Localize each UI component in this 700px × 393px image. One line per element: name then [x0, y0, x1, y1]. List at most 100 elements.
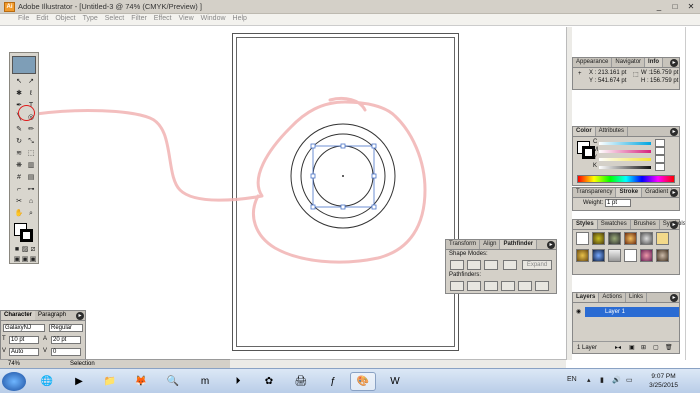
- style-swatch-4[interactable]: [624, 232, 637, 245]
- warp-tool-icon[interactable]: ≋: [14, 149, 24, 158]
- flower-app-icon[interactable]: ✿: [256, 372, 282, 391]
- locate-object-icon[interactable]: ▸◂: [615, 344, 621, 351]
- cyan-value-field[interactable]: [655, 139, 665, 147]
- menu-filter[interactable]: Filter: [131, 15, 147, 22]
- layer-visibility-eye-icon[interactable]: ◉: [576, 308, 581, 315]
- new-layer-icon[interactable]: ▢: [653, 344, 659, 351]
- selection-tool-icon[interactable]: ↖: [14, 77, 24, 86]
- style-swatch-3[interactable]: [608, 232, 621, 245]
- add-shape-button[interactable]: [450, 260, 464, 270]
- panel-menu-icon[interactable]: ▸: [670, 221, 678, 229]
- internet-explorer-icon[interactable]: 🌐: [34, 372, 60, 391]
- menu-type[interactable]: Type: [83, 15, 98, 22]
- style-swatch-2[interactable]: [592, 232, 605, 245]
- media-player-icon[interactable]: ▶: [66, 372, 92, 391]
- clipping-mask-icon[interactable]: ▣: [629, 344, 635, 351]
- firefox-icon[interactable]: 🦊: [128, 372, 154, 391]
- current-tool-status[interactable]: Selection: [70, 361, 95, 367]
- menu-effect[interactable]: Effect: [154, 15, 172, 22]
- minus-back-button[interactable]: [535, 281, 549, 291]
- panel-menu-icon[interactable]: ▸: [670, 128, 678, 136]
- artboard[interactable]: [232, 33, 459, 351]
- tab-appearance[interactable]: Appearance: [573, 58, 613, 67]
- rotate-tool-icon[interactable]: ↻: [14, 137, 24, 146]
- menu-edit[interactable]: Edit: [36, 15, 48, 22]
- symbol-sprayer-tool-icon[interactable]: ❋: [14, 161, 24, 170]
- minimize-button[interactable]: _: [654, 2, 664, 11]
- panel-menu-icon[interactable]: ▸: [670, 294, 678, 302]
- magenta-slider[interactable]: [599, 150, 651, 153]
- illustrator-taskbar-icon[interactable]: 🎨: [350, 372, 376, 391]
- word-icon[interactable]: W: [382, 372, 408, 391]
- merge-button[interactable]: [484, 281, 498, 291]
- tab-paragraph[interactable]: Paragraph: [35, 311, 69, 320]
- expand-button[interactable]: Expand: [522, 260, 552, 270]
- panel-menu-icon[interactable]: ▸: [670, 59, 678, 67]
- font-size-field[interactable]: 10 pt: [9, 336, 39, 344]
- style-swatch-11[interactable]: [640, 249, 653, 262]
- menu-view[interactable]: View: [179, 15, 194, 22]
- crop-button[interactable]: [501, 281, 515, 291]
- font-style-select[interactable]: Regular: [49, 324, 83, 332]
- kerning-field[interactable]: Auto: [9, 348, 39, 356]
- yellow-value-field[interactable]: [655, 155, 665, 163]
- battery-icon[interactable]: ▭: [626, 376, 633, 384]
- intersect-shape-button[interactable]: [484, 260, 498, 270]
- pencil-tool-icon[interactable]: ✏: [26, 125, 36, 134]
- divide-button[interactable]: [450, 281, 464, 291]
- main-window-scrollbar[interactable]: [685, 27, 700, 360]
- style-swatch-8[interactable]: [592, 249, 605, 262]
- free-transform-tool-icon[interactable]: ⬚: [26, 149, 36, 158]
- leading-field[interactable]: 20 pt: [51, 336, 81, 344]
- network-icon[interactable]: ▮: [600, 376, 604, 384]
- zoom-level[interactable]: 74%: [8, 361, 20, 367]
- style-swatch-9[interactable]: [608, 249, 621, 262]
- new-sublayer-icon[interactable]: ⊞: [641, 344, 646, 351]
- lasso-tool-icon[interactable]: ℓ: [26, 89, 36, 98]
- black-slider[interactable]: [599, 166, 651, 169]
- tab-character[interactable]: Character: [1, 311, 36, 320]
- tab-navigator[interactable]: Navigator: [612, 58, 646, 67]
- tab-pathfinder[interactable]: Pathfinder: [500, 240, 538, 249]
- start-button[interactable]: [2, 372, 26, 391]
- tab-info[interactable]: Info: [645, 58, 664, 67]
- tracking-field[interactable]: 0: [51, 348, 81, 356]
- style-swatch-7[interactable]: [576, 249, 589, 262]
- tab-transform[interactable]: Transform: [446, 240, 481, 249]
- tab-styles[interactable]: Styles: [573, 220, 598, 229]
- menu-help[interactable]: Help: [233, 15, 247, 22]
- direct-selection-tool-icon[interactable]: ↗: [26, 77, 36, 86]
- font-family-select[interactable]: GalaxyNJ: [3, 324, 45, 332]
- blend-tool-icon[interactable]: ⊶: [26, 185, 36, 194]
- maxthon-icon[interactable]: m: [192, 372, 218, 391]
- style-swatch-12[interactable]: [656, 249, 669, 262]
- tab-links[interactable]: Links: [626, 293, 648, 302]
- delete-layer-icon[interactable]: 🗑: [665, 344, 673, 351]
- video-player-icon[interactable]: ⏵: [225, 372, 251, 391]
- mesh-tool-icon[interactable]: #: [14, 173, 24, 182]
- tab-actions[interactable]: Actions: [599, 293, 627, 302]
- hand-tool-icon[interactable]: ✋: [14, 209, 24, 218]
- search-app-icon[interactable]: 🔍: [160, 372, 186, 391]
- menu-window[interactable]: Window: [201, 15, 226, 22]
- vertical-scrollbar[interactable]: [566, 27, 572, 360]
- zoom-tool-icon[interactable]: ⌕: [26, 209, 36, 218]
- tab-transparency[interactable]: Transparency: [573, 188, 617, 197]
- stroke-weight-field[interactable]: 1 pt: [605, 199, 631, 207]
- maximize-button[interactable]: □: [670, 2, 680, 11]
- subtract-shape-button[interactable]: [467, 260, 481, 270]
- scissors-tool-icon[interactable]: ✂: [14, 197, 24, 206]
- menu-select[interactable]: Select: [105, 15, 124, 22]
- stroke-swatch[interactable]: [20, 229, 33, 242]
- outline-button[interactable]: [518, 281, 532, 291]
- tab-color[interactable]: Color: [573, 127, 596, 136]
- tab-attributes[interactable]: Attributes: [596, 127, 629, 136]
- exclude-shape-button[interactable]: [503, 260, 517, 270]
- style-swatch-5[interactable]: [640, 232, 653, 245]
- graph-tool-icon[interactable]: ▥: [26, 161, 36, 170]
- flash-icon[interactable]: ƒ: [320, 372, 346, 391]
- tab-layers[interactable]: Layers: [573, 293, 600, 302]
- black-value-field[interactable]: [655, 163, 665, 171]
- screen-mode-full-icon[interactable]: ▣: [28, 255, 38, 264]
- file-explorer-icon[interactable]: 📁: [97, 372, 123, 391]
